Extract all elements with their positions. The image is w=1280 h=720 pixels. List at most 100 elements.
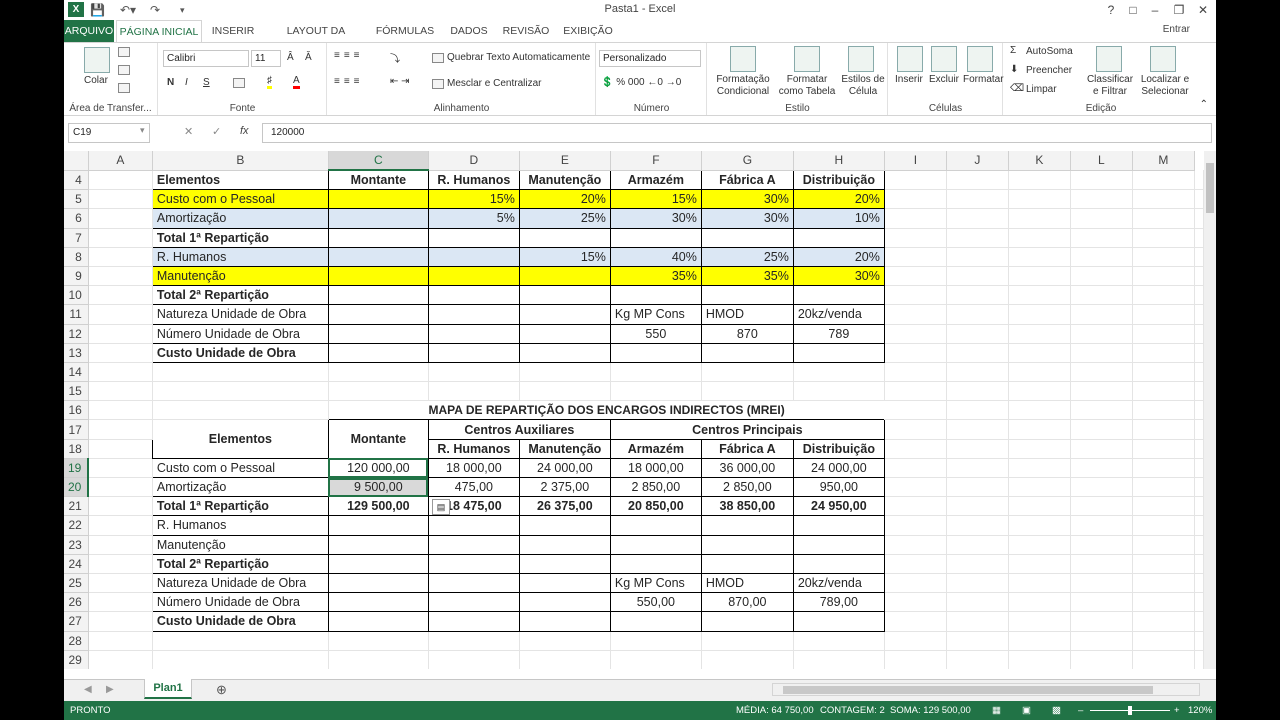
cell[interactable] bbox=[327, 227, 429, 248]
cell[interactable] bbox=[327, 265, 429, 287]
cell[interactable] bbox=[88, 362, 153, 383]
cell[interactable] bbox=[884, 515, 947, 536]
zoom-slider-handle[interactable] bbox=[1128, 706, 1132, 715]
cell[interactable] bbox=[1008, 189, 1071, 210]
cell[interactable] bbox=[610, 631, 702, 651]
minimize-icon[interactable]: – bbox=[1144, 1, 1166, 19]
cell[interactable] bbox=[946, 592, 1009, 613]
cell[interactable] bbox=[1132, 611, 1195, 632]
cell[interactable] bbox=[152, 362, 329, 383]
cell[interactable] bbox=[1132, 650, 1195, 669]
cell[interactable] bbox=[1008, 304, 1071, 325]
cell[interactable]: Total 1ª Repartição bbox=[151, 496, 329, 517]
tab-insert[interactable]: INSERIR bbox=[208, 20, 258, 42]
cell[interactable] bbox=[1194, 592, 1204, 613]
name-box[interactable]: C19 bbox=[68, 123, 150, 143]
cell[interactable] bbox=[518, 592, 611, 613]
vertical-align-icons[interactable]: ≡≡≡ bbox=[334, 50, 364, 61]
cell[interactable]: 18 000,00 bbox=[427, 457, 520, 479]
cell[interactable] bbox=[946, 189, 1009, 210]
tab-page-layout[interactable]: LAYOUT DA PÁGINA bbox=[266, 20, 366, 59]
insert-cells-button[interactable]: Inserir bbox=[895, 74, 923, 85]
cell[interactable]: Amortização bbox=[151, 476, 329, 498]
cell[interactable] bbox=[946, 554, 1009, 574]
cell[interactable] bbox=[88, 496, 153, 517]
cell[interactable] bbox=[518, 553, 611, 574]
cell[interactable] bbox=[1194, 439, 1204, 459]
vertical-scroll-thumb[interactable] bbox=[1206, 163, 1214, 213]
row-header[interactable]: 6 bbox=[64, 208, 89, 229]
cell[interactable]: 120 000,00 bbox=[327, 457, 429, 479]
column-header[interactable]: D bbox=[428, 151, 520, 171]
cell[interactable]: 2 850,00 bbox=[700, 476, 794, 498]
cell[interactable] bbox=[88, 170, 153, 191]
cell[interactable] bbox=[88, 324, 153, 344]
row-header[interactable]: 13 bbox=[64, 343, 89, 363]
fill-button[interactable]: Preencher bbox=[1026, 65, 1072, 76]
find-select-button[interactable]: Localizar e Selecionar bbox=[1138, 74, 1192, 98]
cell[interactable] bbox=[946, 247, 1009, 267]
cell[interactable] bbox=[946, 611, 1009, 632]
cell[interactable] bbox=[1132, 381, 1195, 402]
cell[interactable] bbox=[946, 343, 1009, 363]
cell[interactable] bbox=[1132, 496, 1195, 517]
cell[interactable] bbox=[1008, 611, 1071, 632]
row-header[interactable]: 14 bbox=[64, 362, 89, 383]
cell[interactable]: Manutenção bbox=[151, 534, 329, 555]
cell[interactable] bbox=[427, 265, 520, 287]
cell[interactable]: Centros Auxiliares bbox=[427, 419, 611, 440]
cell[interactable] bbox=[1194, 419, 1204, 440]
cell[interactable] bbox=[946, 439, 1009, 459]
cell[interactable] bbox=[88, 458, 153, 479]
cell[interactable]: 24 000,00 bbox=[518, 457, 611, 479]
cell[interactable]: Armazém bbox=[609, 169, 702, 191]
row-header[interactable]: 25 bbox=[64, 573, 89, 594]
cell[interactable] bbox=[518, 342, 611, 363]
horizontal-align-icons[interactable]: ≡≡≡ bbox=[334, 76, 364, 87]
cell[interactable] bbox=[1070, 515, 1133, 536]
cell[interactable] bbox=[518, 304, 611, 325]
cell[interactable] bbox=[1194, 458, 1204, 479]
vertical-scrollbar[interactable] bbox=[1204, 151, 1216, 669]
cell[interactable] bbox=[1008, 477, 1071, 498]
cell[interactable]: 20kz/venda bbox=[792, 572, 885, 594]
cell[interactable]: Kg MP Cons bbox=[609, 572, 702, 594]
new-sheet-icon[interactable]: ⊕ bbox=[216, 682, 227, 698]
cell[interactable] bbox=[519, 381, 611, 402]
cell[interactable] bbox=[946, 496, 1009, 517]
number-format-icons[interactable]: 💲 % 000 ←0 →0 bbox=[601, 77, 681, 88]
cell[interactable] bbox=[609, 227, 702, 248]
conditional-format-button[interactable]: Formatação Condicional bbox=[712, 74, 774, 98]
cell[interactable] bbox=[518, 265, 611, 287]
cell[interactable] bbox=[1008, 247, 1071, 267]
cell[interactable]: 870 bbox=[700, 323, 794, 344]
cell[interactable] bbox=[1132, 515, 1195, 536]
cell[interactable] bbox=[946, 535, 1009, 555]
column-header[interactable]: M bbox=[1132, 151, 1195, 171]
cell[interactable] bbox=[792, 515, 885, 536]
cell[interactable]: Kg MP Cons bbox=[609, 304, 702, 325]
cell[interactable] bbox=[884, 247, 947, 267]
grow-font-icon[interactable]: Â bbox=[287, 52, 294, 63]
row-header[interactable]: 21 bbox=[64, 496, 89, 517]
cell[interactable] bbox=[88, 573, 153, 594]
cell[interactable]: Custo com o Pessoal bbox=[151, 189, 329, 210]
shrink-font-icon[interactable]: Ǎ bbox=[305, 52, 312, 63]
cell[interactable] bbox=[1008, 573, 1071, 594]
cell[interactable]: Armazém bbox=[609, 438, 702, 459]
cell[interactable] bbox=[427, 611, 520, 632]
cell[interactable] bbox=[518, 534, 611, 555]
cell[interactable] bbox=[327, 534, 429, 555]
cell[interactable]: Fábrica A bbox=[700, 438, 794, 459]
cell[interactable]: 950,00 bbox=[792, 476, 885, 498]
cell[interactable] bbox=[946, 266, 1009, 287]
cell[interactable]: Manutenção bbox=[518, 438, 611, 459]
cell[interactable] bbox=[1194, 324, 1204, 344]
cell[interactable] bbox=[1008, 650, 1071, 669]
cell[interactable] bbox=[884, 285, 947, 306]
cell[interactable]: 10% bbox=[792, 208, 885, 229]
cell[interactable] bbox=[1008, 458, 1071, 479]
cell[interactable] bbox=[88, 400, 153, 421]
find-select-icon[interactable] bbox=[1150, 46, 1176, 72]
cell[interactable] bbox=[1132, 554, 1195, 574]
